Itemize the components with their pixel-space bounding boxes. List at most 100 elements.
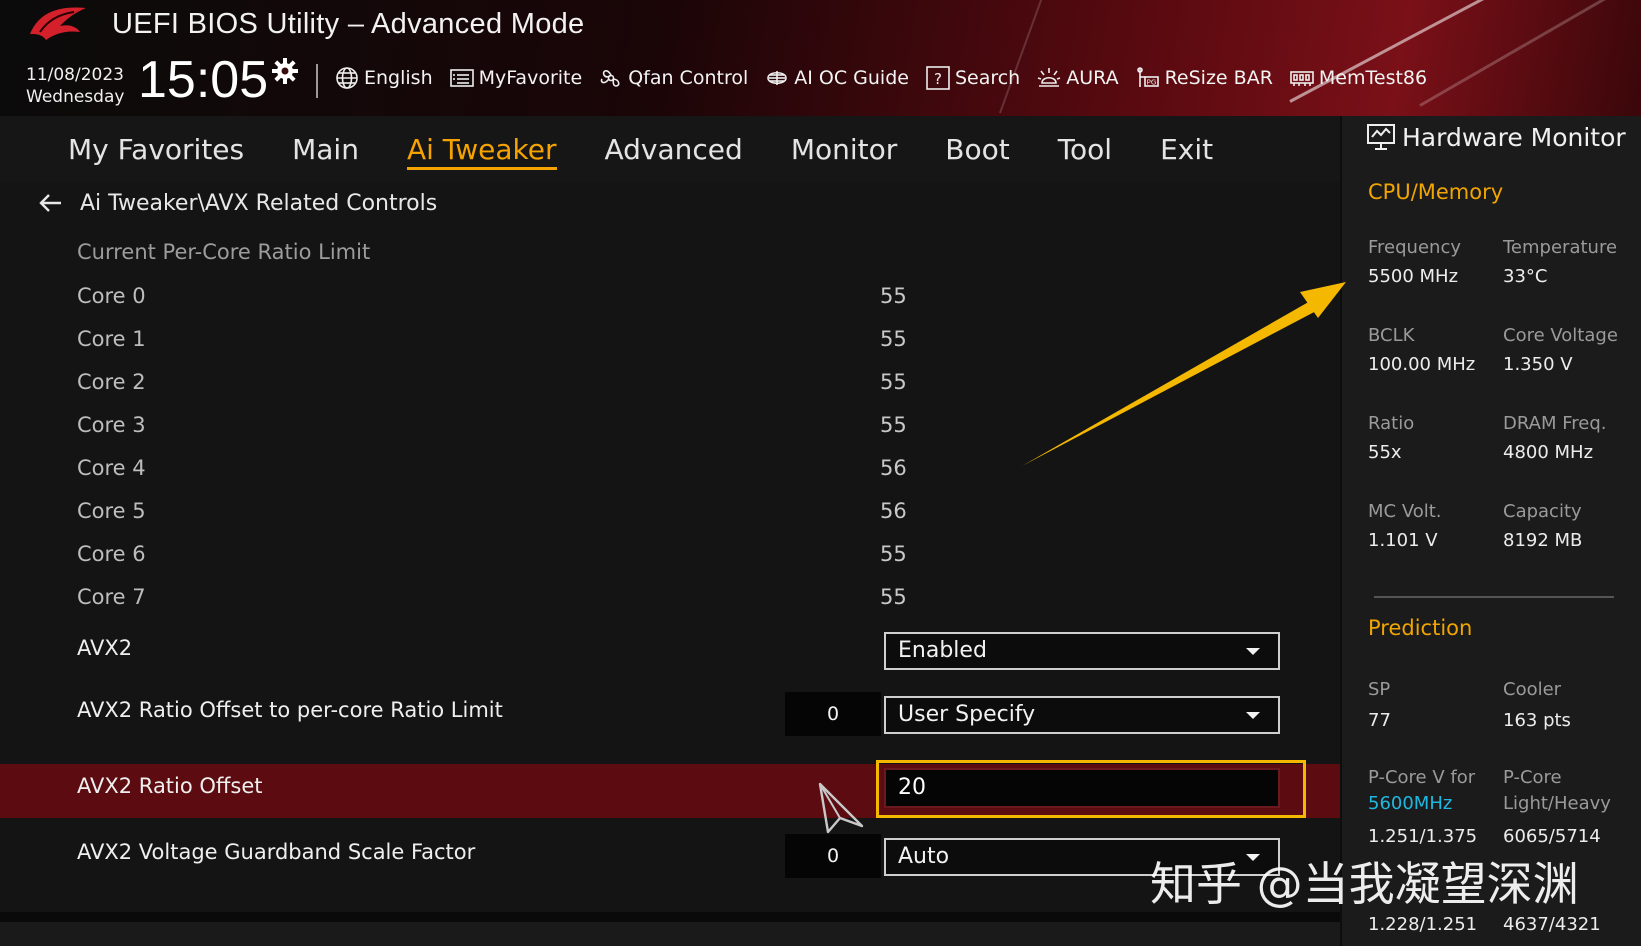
hw-value: 1.228/1.251 — [1368, 914, 1478, 935]
core-value: 56 — [880, 499, 907, 523]
hw-value: 8192 MB — [1503, 530, 1583, 551]
toolbar-label: Search — [954, 67, 1021, 89]
toolbar-label: Qfan Control — [628, 67, 749, 89]
core-value: 55 — [880, 585, 907, 609]
hardware-monitor-panel: Hardware Monitor CPU/Memory Frequency 55… — [1340, 116, 1641, 946]
hw-label: Ratio — [1368, 413, 1415, 434]
core-label: Core 7 — [77, 585, 146, 609]
hw-label: Cooler — [1503, 679, 1562, 700]
breadcrumb[interactable]: Ai Tweaker\AVX Related Controls — [36, 188, 437, 218]
avx2-offset-mode-select[interactable]: User Specify — [884, 696, 1280, 734]
tab-advanced[interactable]: Advanced — [581, 133, 767, 166]
hw-value: 6065/5714 — [1503, 826, 1601, 847]
avx2-guardband-current: 0 — [785, 834, 881, 878]
hw-value: 1.350 V — [1503, 354, 1573, 375]
hw-label-frequency: 5600MHz — [1368, 793, 1453, 814]
hw-label: BCLK — [1368, 325, 1415, 346]
favorite-list-icon — [449, 69, 474, 87]
search-help-icon: ? — [926, 66, 950, 90]
gear-icon[interactable] — [270, 56, 300, 86]
avx2-select-value: Enabled — [898, 638, 987, 663]
back-arrow-icon[interactable] — [36, 188, 66, 218]
header-separator — [316, 64, 318, 98]
watermark-text: 知乎 @当我凝望深渊 — [1150, 857, 1579, 911]
app-title: UEFI BIOS Utility – Advanced Mode — [112, 8, 585, 40]
mouse-pointer-icon — [818, 782, 864, 834]
clock-display: 15:05 — [138, 51, 269, 109]
core-label: Core 2 — [77, 370, 146, 394]
core-label: Core 3 — [77, 413, 146, 437]
toolbar-label: MyFavorite — [478, 67, 583, 89]
toolbar-label: AURA — [1066, 67, 1119, 89]
tab-main[interactable]: Main — [268, 133, 383, 166]
toolbar-myfavorite[interactable]: MyFavorite — [449, 65, 583, 91]
prediction-heading: Prediction — [1368, 616, 1473, 640]
toolbar-memtest86[interactable]: MemTest86 — [1289, 65, 1427, 91]
core-value: 56 — [880, 456, 907, 480]
tab-exit[interactable]: Exit — [1136, 133, 1237, 166]
decorative-slash — [999, 0, 1070, 114]
tab-monitor[interactable]: Monitor — [767, 133, 921, 166]
toolbar-resize-bar[interactable]: PG ReSize BAR — [1135, 65, 1273, 91]
avx2-guardband-select-value: Auto — [898, 844, 950, 869]
settings-pane: Ai Tweaker\AVX Related Controls Current … — [0, 182, 1340, 946]
rog-logo-icon — [30, 7, 86, 41]
tab-my-favorites[interactable]: My Favorites — [0, 133, 268, 166]
hw-monitor-title-text: Hardware Monitor — [1402, 122, 1626, 152]
chevron-down-icon — [1246, 712, 1260, 719]
avx2-label: AVX2 — [77, 636, 133, 660]
hw-label: P-Core — [1503, 767, 1562, 788]
toolbar-label: MemTest86 — [1318, 67, 1428, 89]
toolbar-qfan[interactable]: Qfan Control — [598, 65, 748, 91]
hw-label: Temperature — [1503, 237, 1618, 258]
core-value: 55 — [880, 413, 907, 437]
date-display: 11/08/2023 Wednesday — [26, 64, 124, 108]
resize-bar-icon: PG — [1136, 67, 1159, 87]
hw-value: 1.101 V — [1368, 530, 1438, 551]
avx2-offset-mode-select-value: User Specify — [898, 702, 1036, 727]
core-value: 55 — [880, 284, 907, 308]
title-bar: UEFI BIOS Utility – Advanced Mode 11/08/… — [0, 0, 1641, 116]
hw-value: 4800 MHz — [1503, 442, 1594, 463]
core-value: 55 — [880, 370, 907, 394]
hw-value: 163 pts — [1503, 710, 1571, 731]
core-value: 55 — [880, 542, 907, 566]
toolbar-search[interactable]: ? Search — [925, 65, 1020, 91]
avx2-offset-label: AVX2 Ratio Offset — [77, 774, 263, 798]
bottom-bar — [0, 912, 1340, 946]
svg-text:?: ? — [934, 70, 942, 88]
globe-icon — [336, 67, 358, 89]
toolbar-english[interactable]: English — [334, 65, 433, 91]
hw-value: 77 — [1368, 710, 1391, 731]
tab-tool[interactable]: Tool — [1034, 133, 1136, 166]
chevron-down-icon — [1246, 648, 1260, 655]
hw-value: 1.251/1.375 — [1368, 826, 1478, 847]
hw-value: 33°C — [1503, 266, 1548, 287]
toolbar-aura[interactable]: AURA — [1036, 65, 1119, 91]
tab-boot[interactable]: Boot — [921, 133, 1033, 166]
tab-ai-tweaker[interactable]: Ai Tweaker — [383, 133, 581, 170]
svg-text:PG: PG — [1146, 79, 1156, 87]
avx2-select[interactable]: Enabled — [884, 632, 1280, 670]
toolbar-label: ReSize BAR — [1164, 67, 1273, 89]
ai-chip-icon — [767, 71, 788, 85]
hw-value: 4637/4321 — [1503, 914, 1601, 935]
fan-icon — [600, 70, 620, 87]
core-label: Core 1 — [77, 327, 146, 351]
hw-label: Frequency — [1368, 237, 1461, 258]
hw-label: Capacity — [1503, 501, 1582, 522]
hw-monitor-title: Hardware Monitor — [1366, 122, 1626, 152]
memory-icon — [1290, 71, 1314, 86]
breadcrumb-path: Ai Tweaker\AVX Related Controls — [80, 190, 438, 216]
hw-label: MC Volt. — [1368, 501, 1442, 522]
toolbar-label: English — [364, 67, 433, 89]
avx2-offset-input[interactable]: 20 — [884, 768, 1280, 808]
hw-label: DRAM Freq. — [1503, 413, 1607, 434]
hw-divider — [1374, 596, 1614, 598]
avx2-guardband-label: AVX2 Voltage Guardband Scale Factor — [77, 840, 476, 864]
toolbar-ai-oc-guide[interactable]: AI OC Guide — [764, 65, 909, 91]
weekday-text: Wednesday — [26, 87, 125, 107]
hw-value: 5500 MHz — [1368, 266, 1459, 287]
core-label: Core 6 — [77, 542, 146, 566]
hw-value: 100.00 MHz — [1368, 354, 1476, 375]
